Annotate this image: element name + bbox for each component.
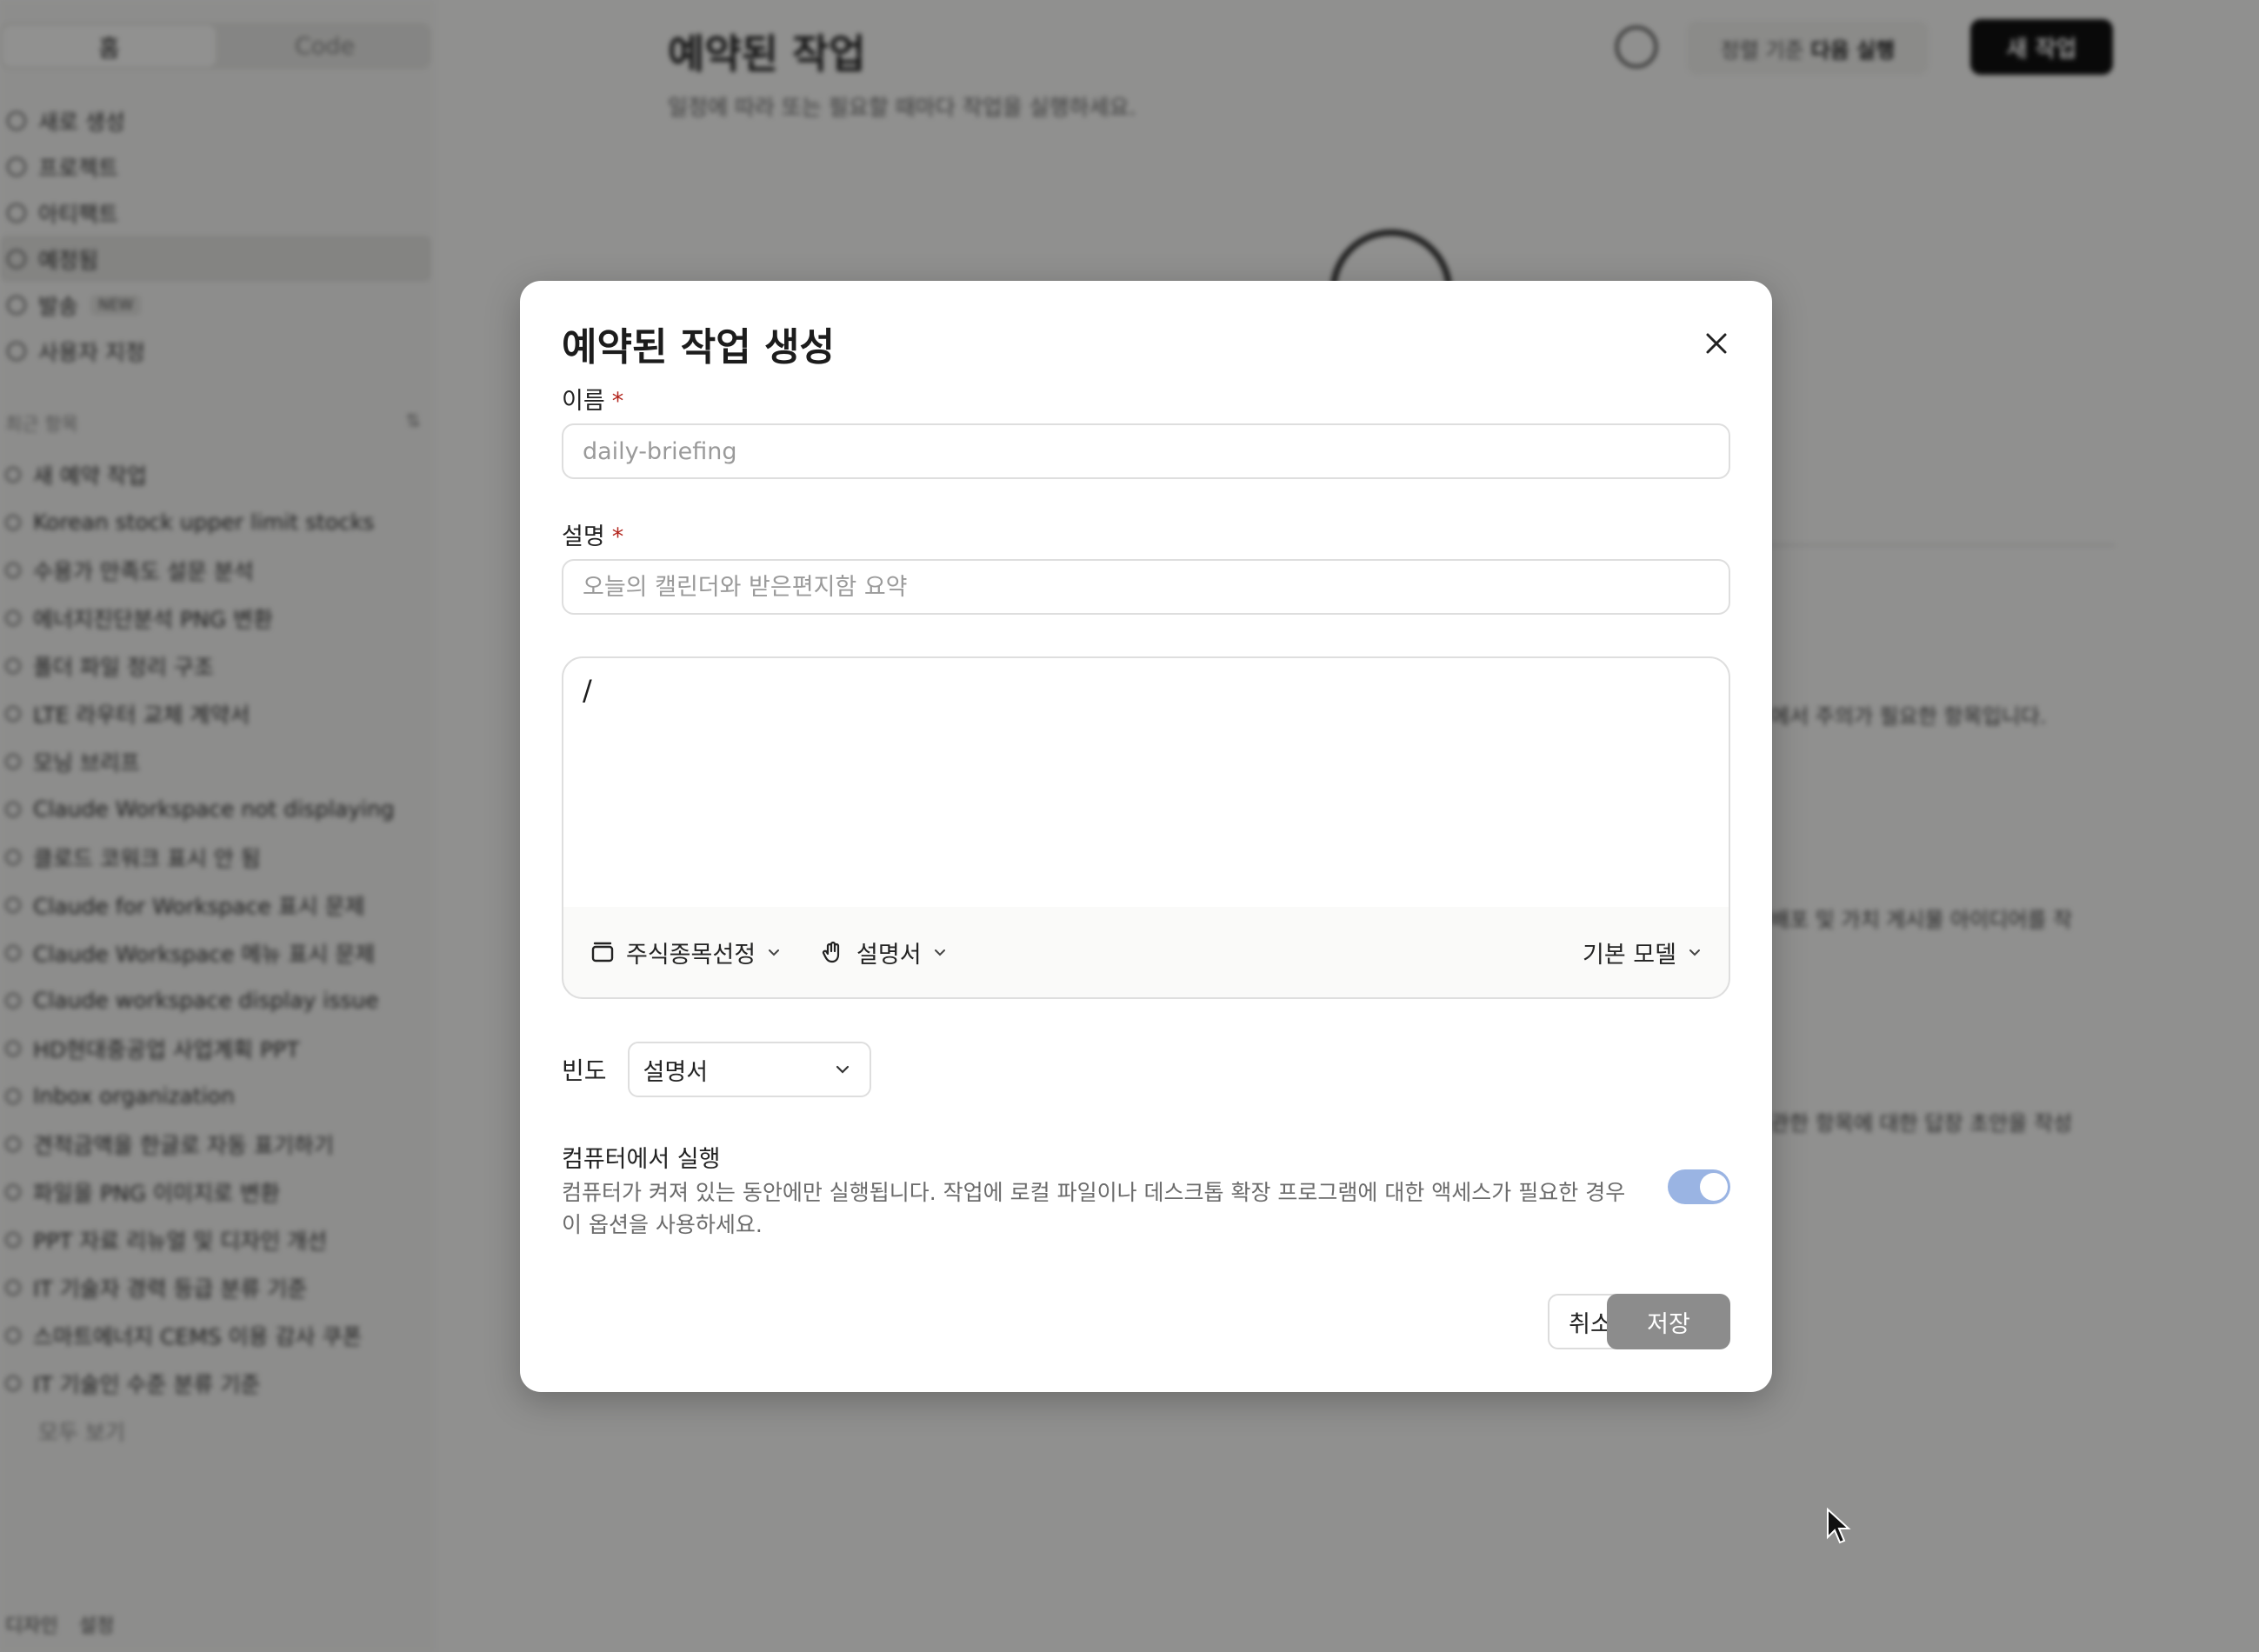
folder-icon	[591, 942, 614, 963]
dialog-title: 예약된 작업 생성	[562, 325, 835, 370]
frequency-row: 빈도 설명서	[562, 1042, 871, 1097]
run-on-computer-toggle[interactable]	[1668, 1169, 1730, 1204]
hand-icon	[822, 941, 840, 963]
create-scheduled-task-dialog: 예약된 작업 생성 이름* 설명* / 주식종목선정 설명서	[520, 281, 1772, 1392]
run-on-computer-title: 컴퓨터에서 실행	[562, 1146, 721, 1173]
prompt-editor: / 주식종목선정 설명서 기본 모델	[562, 656, 1730, 999]
frequency-select[interactable]: 설명서	[627, 1042, 871, 1097]
frequency-label: 빈도	[562, 1056, 607, 1085]
description-field[interactable]	[562, 559, 1730, 615]
required-mark: *	[611, 523, 624, 550]
name-field[interactable]	[562, 423, 1730, 479]
required-mark: *	[611, 388, 624, 415]
chevron-down-icon	[934, 949, 945, 956]
save-button[interactable]: 저장	[1607, 1294, 1730, 1349]
chevron-down-icon	[769, 949, 780, 956]
run-on-computer-description: 컴퓨터가 켜져 있는 동안에만 실행됩니다. 작업에 로컬 파일이나 데스크톱 …	[562, 1180, 1626, 1237]
folder-select-button[interactable]: 주식종목선정	[590, 936, 782, 969]
skill-select-button[interactable]: 설명서	[820, 936, 948, 969]
prompt-input[interactable]: /	[563, 658, 1729, 907]
name-label: 이름 *	[562, 388, 624, 415]
mouse-cursor-icon	[1827, 1508, 1851, 1544]
prompt-toolbar: 주식종목선정 설명서 기본 모델	[563, 907, 1729, 997]
chevron-down-icon	[1689, 949, 1700, 956]
description-label: 설명 *	[562, 523, 624, 550]
chevron-down-icon	[836, 1065, 849, 1074]
model-select-button[interactable]: 기본 모델	[1583, 936, 1703, 969]
close-icon[interactable]	[1696, 323, 1737, 364]
toggle-knob	[1700, 1173, 1728, 1201]
